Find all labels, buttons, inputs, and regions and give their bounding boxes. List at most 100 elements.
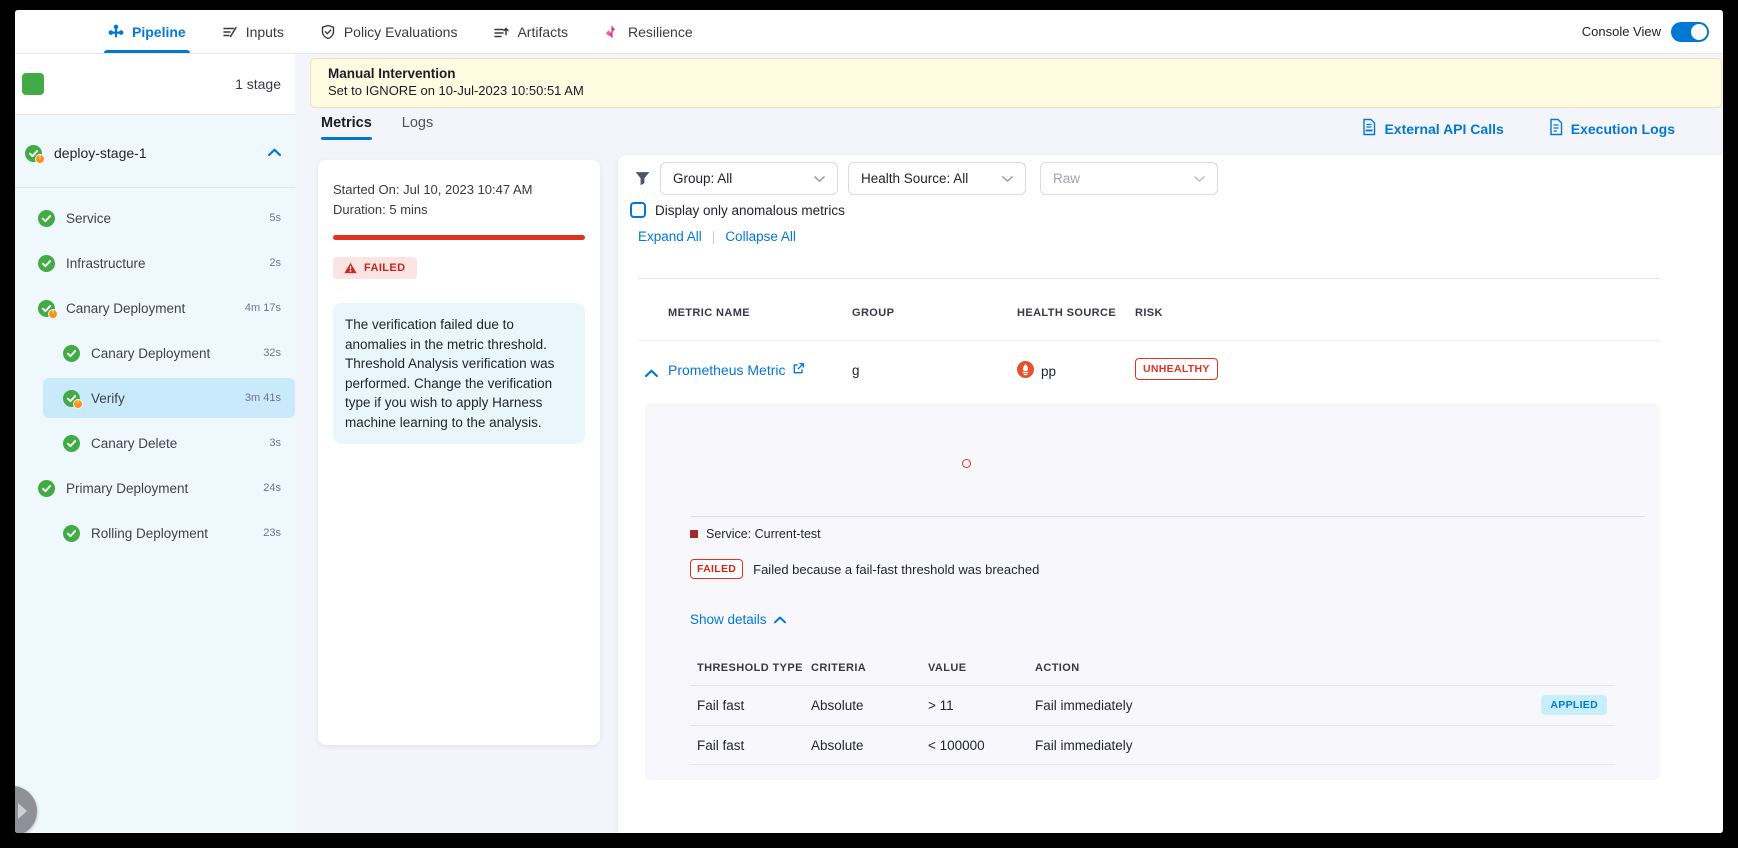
- content-tabs: Metrics Logs: [321, 115, 433, 140]
- step-canary-deployment-group[interactable]: ! Canary Deployment 4m 17s: [15, 288, 295, 328]
- step-canary-deployment[interactable]: Canary Deployment 32s: [15, 333, 295, 373]
- chevron-down-icon: [1194, 171, 1205, 186]
- tab-metrics[interactable]: Metrics: [321, 115, 372, 140]
- health-source-filter-dropdown[interactable]: Health Source: All: [848, 162, 1026, 195]
- threshold-row: Fail fast Absolute < 100000 Fail immedia…: [690, 725, 1615, 765]
- chart-x-axis: [690, 516, 1645, 517]
- screenshot-frame: Pipeline Inputs Policy Evaluations Artif…: [0, 0, 1738, 848]
- show-details-label: Show details: [690, 612, 767, 627]
- step-list: Service 5s Infrastructure 2s ! Canary De…: [15, 198, 295, 553]
- api-document-icon: [1361, 118, 1377, 139]
- step-label: Service: [66, 211, 111, 226]
- step-label: Infrastructure: [66, 256, 146, 271]
- warning-triangle-icon: [344, 262, 357, 274]
- metrics-panel: Group: All Health Source: All Raw Displa…: [618, 155, 1723, 833]
- expand-collapse-links: Expand All | Collapse All: [638, 229, 796, 244]
- threshold-criteria: Absolute: [811, 738, 928, 753]
- collapse-row-chevron-up-icon[interactable]: [645, 365, 658, 383]
- tab-policy-evaluations[interactable]: Policy Evaluations: [320, 10, 458, 53]
- tab-artifacts[interactable]: Artifacts: [493, 10, 568, 53]
- chevron-down-icon: [1002, 171, 1013, 186]
- chevron-up-icon[interactable]: [268, 144, 281, 162]
- step-duration: 5s: [269, 212, 281, 224]
- step-label: Primary Deployment: [66, 481, 188, 496]
- sidebar-header: 1 stage: [15, 54, 295, 115]
- step-duration: 3m 41s: [245, 392, 281, 404]
- tab-label: Pipeline: [132, 24, 186, 40]
- risk-badge-unhealthy: UNHEALTHY: [1135, 358, 1218, 380]
- step-duration: 2s: [269, 257, 281, 269]
- divider: [638, 340, 1660, 341]
- verification-message: The verification failed due to anomalies…: [333, 303, 585, 444]
- success-check-icon: [63, 345, 80, 362]
- column-header-risk: RISK: [1135, 307, 1163, 319]
- started-on-text: Started On: Jul 10, 2023 10:47 AM: [333, 180, 585, 200]
- step-duration: 24s: [263, 482, 281, 494]
- group-filter-dropdown[interactable]: Group: All: [660, 162, 838, 195]
- anomalous-data-point[interactable]: [962, 459, 971, 468]
- column-header-health-source: HEALTH SOURCE: [1017, 307, 1116, 319]
- inputs-icon: [222, 24, 238, 40]
- stage-deploy-stage-1[interactable]: ! deploy-stage-1: [15, 133, 295, 173]
- warning-dot-icon: !: [48, 309, 58, 319]
- step-rolling-deployment[interactable]: Rolling Deployment 23s: [15, 513, 295, 553]
- step-canary-delete[interactable]: Canary Delete 3s: [15, 423, 295, 463]
- tab-label: Resilience: [628, 24, 693, 40]
- anomalous-metrics-checkbox-row[interactable]: Display only anomalous metrics: [630, 202, 845, 218]
- step-verify[interactable]: ! Verify 3m 41s: [43, 378, 295, 418]
- console-view-label: Console View: [1582, 24, 1661, 39]
- step-primary-deployment[interactable]: Primary Deployment 24s: [15, 468, 295, 508]
- threshold-type: Fail fast: [690, 698, 811, 713]
- column-header-value: VALUE: [928, 662, 1035, 674]
- log-links: External API Calls Execution Logs: [1361, 118, 1675, 139]
- collapse-all-link[interactable]: Collapse All: [725, 229, 796, 244]
- step-duration: 32s: [263, 347, 281, 359]
- failed-status-badge: FAILED: [333, 257, 417, 279]
- legend-label: Service: Current-test: [706, 527, 821, 541]
- show-details-link[interactable]: Show details: [690, 612, 786, 627]
- checkbox-label: Display only anomalous metrics: [655, 203, 845, 218]
- tab-inputs[interactable]: Inputs: [222, 10, 284, 53]
- external-link-icon: [792, 362, 805, 378]
- success-check-icon: [63, 525, 80, 542]
- tab-pipeline[interactable]: Pipeline: [108, 10, 186, 53]
- console-view-toggle[interactable]: [1671, 22, 1709, 42]
- dropdown-value: Raw: [1053, 171, 1080, 186]
- tab-label: Artifacts: [517, 24, 568, 40]
- checkbox-unchecked[interactable]: [630, 202, 646, 218]
- chevron-down-icon: [814, 171, 825, 186]
- success-check-icon: [38, 210, 55, 227]
- metric-name-label: Prometheus Metric: [668, 362, 785, 378]
- filter-funnel-icon[interactable]: [634, 170, 651, 192]
- prometheus-icon: [1017, 361, 1034, 381]
- app-window: Pipeline Inputs Policy Evaluations Artif…: [15, 10, 1723, 833]
- execution-logs-link[interactable]: Execution Logs: [1548, 118, 1675, 139]
- column-header-metric-name: METRIC NAME: [668, 307, 750, 319]
- caret-right-icon: [18, 803, 27, 819]
- verification-summary-card: Started On: Jul 10, 2023 10:47 AM Durati…: [318, 160, 600, 745]
- tab-logs[interactable]: Logs: [402, 115, 433, 140]
- console-view-control: Console View: [1582, 10, 1723, 53]
- document-icon: [1548, 118, 1564, 139]
- metric-name-link[interactable]: Prometheus Metric: [668, 362, 805, 378]
- success-check-icon: [38, 480, 55, 497]
- step-service[interactable]: Service 5s: [15, 198, 295, 238]
- link-label: External API Calls: [1384, 121, 1503, 137]
- chevron-up-icon: [774, 612, 786, 627]
- raw-filter-dropdown[interactable]: Raw: [1040, 162, 1218, 195]
- success-warning-icon: !: [25, 145, 42, 162]
- step-label: Rolling Deployment: [91, 526, 208, 541]
- stage-status-square-icon: [22, 73, 44, 95]
- success-check-icon: [63, 435, 80, 452]
- success-check-icon: [38, 255, 55, 272]
- step-infrastructure[interactable]: Infrastructure 2s: [15, 243, 295, 283]
- external-api-calls-link[interactable]: External API Calls: [1361, 118, 1503, 139]
- duration-text: Duration: 5 mins: [333, 200, 585, 220]
- warning-dot-icon: !: [73, 399, 83, 409]
- tab-resilience[interactable]: Resilience: [604, 10, 693, 53]
- dropdown-value: Health Source: All: [861, 171, 968, 186]
- top-navigation-bar: Pipeline Inputs Policy Evaluations Artif…: [15, 10, 1723, 54]
- resilience-icon: [604, 24, 620, 40]
- link-label: Execution Logs: [1571, 121, 1675, 137]
- expand-all-link[interactable]: Expand All: [638, 229, 702, 244]
